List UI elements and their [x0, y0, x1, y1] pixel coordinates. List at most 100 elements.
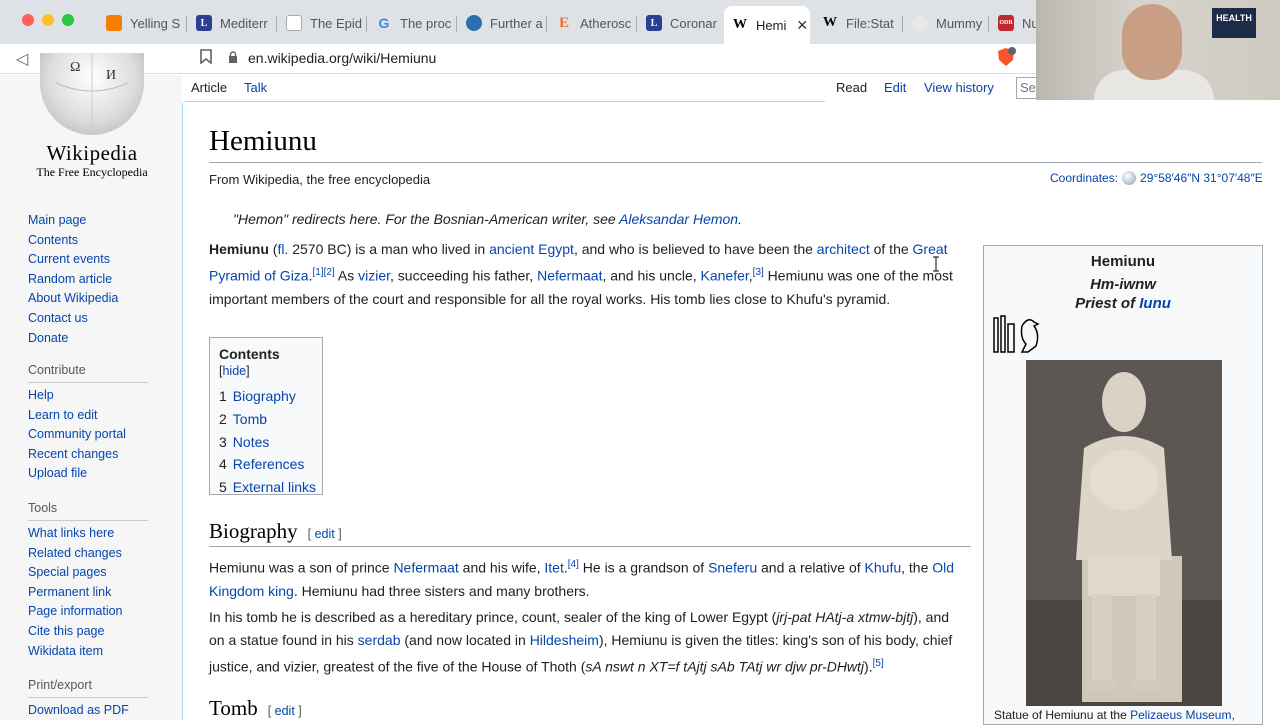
- browser-tab-label: The Epid: [310, 15, 363, 31]
- sidebar-item-about-wikipedia[interactable]: About Wikipedia: [28, 289, 118, 309]
- coordinates-label[interactable]: Coordinates:: [1050, 171, 1118, 185]
- link-itet[interactable]: Itet: [544, 560, 563, 576]
- coordinates-value[interactable]: 29°58′46″N 31°07′48″E: [1140, 171, 1263, 185]
- sidebar-item-main-page[interactable]: Main page: [28, 211, 118, 231]
- browser-tab[interactable]: E Atherosc: [548, 8, 634, 38]
- lead-text: As: [334, 267, 359, 284]
- site-tagline: From Wikipedia, the free encyclopedia: [209, 172, 431, 187]
- link-nefermaat[interactable]: Nefermaat: [537, 268, 602, 284]
- toc-item[interactable]: 3 Notes: [219, 431, 313, 454]
- reference-3[interactable]: [3]: [753, 267, 764, 278]
- toc-hide-link[interactable]: hide: [222, 364, 246, 378]
- toc-number: 4: [219, 456, 227, 473]
- sidebar-item-page-information[interactable]: Page information: [28, 602, 123, 622]
- sidebar-item-community-portal[interactable]: Community portal: [28, 425, 126, 445]
- link-kanefer[interactable]: Kanefer: [701, 268, 749, 284]
- browser-tab[interactable]: The Epid: [278, 8, 364, 38]
- statue-of-hemiunu-image[interactable]: [1026, 360, 1222, 706]
- close-window-button[interactable]: [22, 14, 34, 26]
- browser-tab[interactable]: ODR Nu: [990, 8, 1036, 38]
- bio-text: He is a grandson of: [578, 559, 709, 576]
- infobox-role: Priest of Iunu: [984, 295, 1262, 312]
- browser-tab[interactable]: L Mediterr: [188, 8, 274, 38]
- toc-link-biography[interactable]: Biography: [233, 388, 296, 404]
- link-ancient-egypt[interactable]: ancient Egypt: [489, 241, 574, 257]
- link-floruit[interactable]: fl.: [277, 241, 288, 257]
- sidebar-item-contact-us[interactable]: Contact us: [28, 309, 118, 329]
- link-vizier[interactable]: vizier: [358, 268, 390, 284]
- link-sneferu[interactable]: Sneferu: [708, 560, 757, 576]
- toc-item[interactable]: 1 Biography: [219, 385, 313, 408]
- tab-read[interactable]: Read: [836, 80, 867, 95]
- table-of-contents: Contents [hide] 1 Biography 2 Tomb 3 Notes 4 Re…: [209, 337, 323, 495]
- reference-1-2[interactable]: [1][2]: [312, 267, 334, 278]
- globe-icon[interactable]: [1122, 171, 1137, 185]
- address-bar[interactable]: en.wikipedia.org/wiki/Hemiunu: [228, 46, 988, 70]
- link-iunu[interactable]: Iunu: [1139, 295, 1171, 312]
- sidebar-item-upload-file[interactable]: Upload file: [28, 464, 126, 484]
- tab-view-history[interactable]: View history: [924, 80, 994, 95]
- toc-link-notes[interactable]: Notes: [233, 434, 270, 450]
- bookmark-icon[interactable]: [200, 49, 212, 67]
- toc-link-tomb[interactable]: Tomb: [233, 411, 267, 427]
- browser-tab[interactable]: L Coronar: [638, 8, 724, 38]
- minimize-window-button[interactable]: [42, 14, 54, 26]
- globe-icon: [466, 15, 482, 31]
- wikipedia-logo[interactable]: Ω И Wikipedia The Free Encyclopedia: [30, 53, 154, 185]
- tab-talk[interactable]: Talk: [244, 80, 267, 95]
- sidebar-item-random-article[interactable]: Random article: [28, 270, 118, 290]
- sidebar-item-cite-this-page[interactable]: Cite this page: [28, 622, 123, 642]
- infobox-title: Hemiunu: [1090, 253, 1156, 270]
- sidebar-item-recent-changes[interactable]: Recent changes: [28, 445, 126, 465]
- reference-4[interactable]: [4]: [568, 559, 579, 570]
- link-nefermaat[interactable]: Nefermaat: [393, 560, 458, 576]
- wiki-sidebar: Ω И Wikipedia The Free Encyclopedia Main…: [0, 53, 182, 721]
- lead-text: , and his uncle,: [602, 267, 701, 284]
- toc-item[interactable]: 5 External links: [219, 476, 316, 499]
- e-icon: E: [558, 14, 569, 31]
- wikipedia-icon: W: [823, 15, 837, 30]
- sidebar-item-donate[interactable]: Donate: [28, 329, 118, 349]
- browser-tab[interactable]: G The proc: [368, 8, 454, 38]
- edit-tomb-link[interactable]: edit: [275, 704, 295, 718]
- back-arrow-icon[interactable]: ◁: [16, 49, 28, 69]
- link-serdab[interactable]: serdab: [358, 632, 401, 648]
- sidebar-item-permanent-link[interactable]: Permanent link: [28, 583, 123, 603]
- browser-tab[interactable]: Yelling S: [98, 8, 184, 38]
- browser-tab[interactable]: Further a: [458, 8, 544, 38]
- sidebar-item-help[interactable]: Help: [28, 386, 126, 406]
- reference-5[interactable]: [5]: [873, 658, 884, 669]
- toc-item[interactable]: 4 References: [219, 453, 313, 476]
- link-hildesheim[interactable]: Hildesheim: [530, 632, 599, 648]
- search-input[interactable]: Se: [1016, 77, 1036, 99]
- sidebar-item-special-pages[interactable]: Special pages: [28, 563, 123, 583]
- coordinates: Coordinates: 29°58′46″N 31°07′48″E: [1050, 171, 1263, 185]
- toc-number: 2: [219, 410, 227, 427]
- sidebar-item-contents[interactable]: Contents: [28, 231, 118, 251]
- toc-link-references[interactable]: References: [233, 456, 305, 472]
- toc-item[interactable]: 2 Tomb: [219, 408, 313, 431]
- hieroglyph-icon: [992, 314, 1046, 354]
- lead-name: Hemiunu: [209, 241, 269, 257]
- tab-article[interactable]: Article: [191, 80, 227, 95]
- brave-shield-icon[interactable]: [996, 47, 1016, 72]
- maximize-window-button[interactable]: [62, 14, 74, 26]
- sidebar-item-learn-to-edit[interactable]: Learn to edit: [28, 406, 126, 426]
- tab-edit[interactable]: Edit: [884, 80, 906, 95]
- webcam-sign: HEALTH: [1212, 8, 1256, 38]
- sidebar-item-what-links-here[interactable]: What links here: [28, 524, 123, 544]
- link-khufu[interactable]: Khufu: [865, 560, 902, 576]
- sidebar-item-download-as-pdf[interactable]: Download as PDF: [28, 701, 129, 721]
- hatnote-link[interactable]: Aleksandar Hemon: [619, 211, 738, 227]
- browser-tab[interactable]: W File:Stat: [814, 8, 900, 38]
- browser-tab[interactable]: W Hemi ✕: [724, 6, 810, 44]
- sidebar-item-related-changes[interactable]: Related changes: [28, 544, 123, 564]
- toc-link-external-links[interactable]: External links: [233, 479, 316, 495]
- browser-tab-label: Hemi: [756, 17, 787, 33]
- browser-tab[interactable]: Mummy: [904, 8, 986, 38]
- sidebar-item-wikidata-item[interactable]: Wikidata item: [28, 642, 123, 662]
- close-tab-icon[interactable]: ✕: [796, 17, 808, 34]
- sidebar-item-current-events[interactable]: Current events: [28, 250, 118, 270]
- edit-biography-link[interactable]: edit: [315, 527, 335, 541]
- link-architect[interactable]: architect: [817, 241, 870, 257]
